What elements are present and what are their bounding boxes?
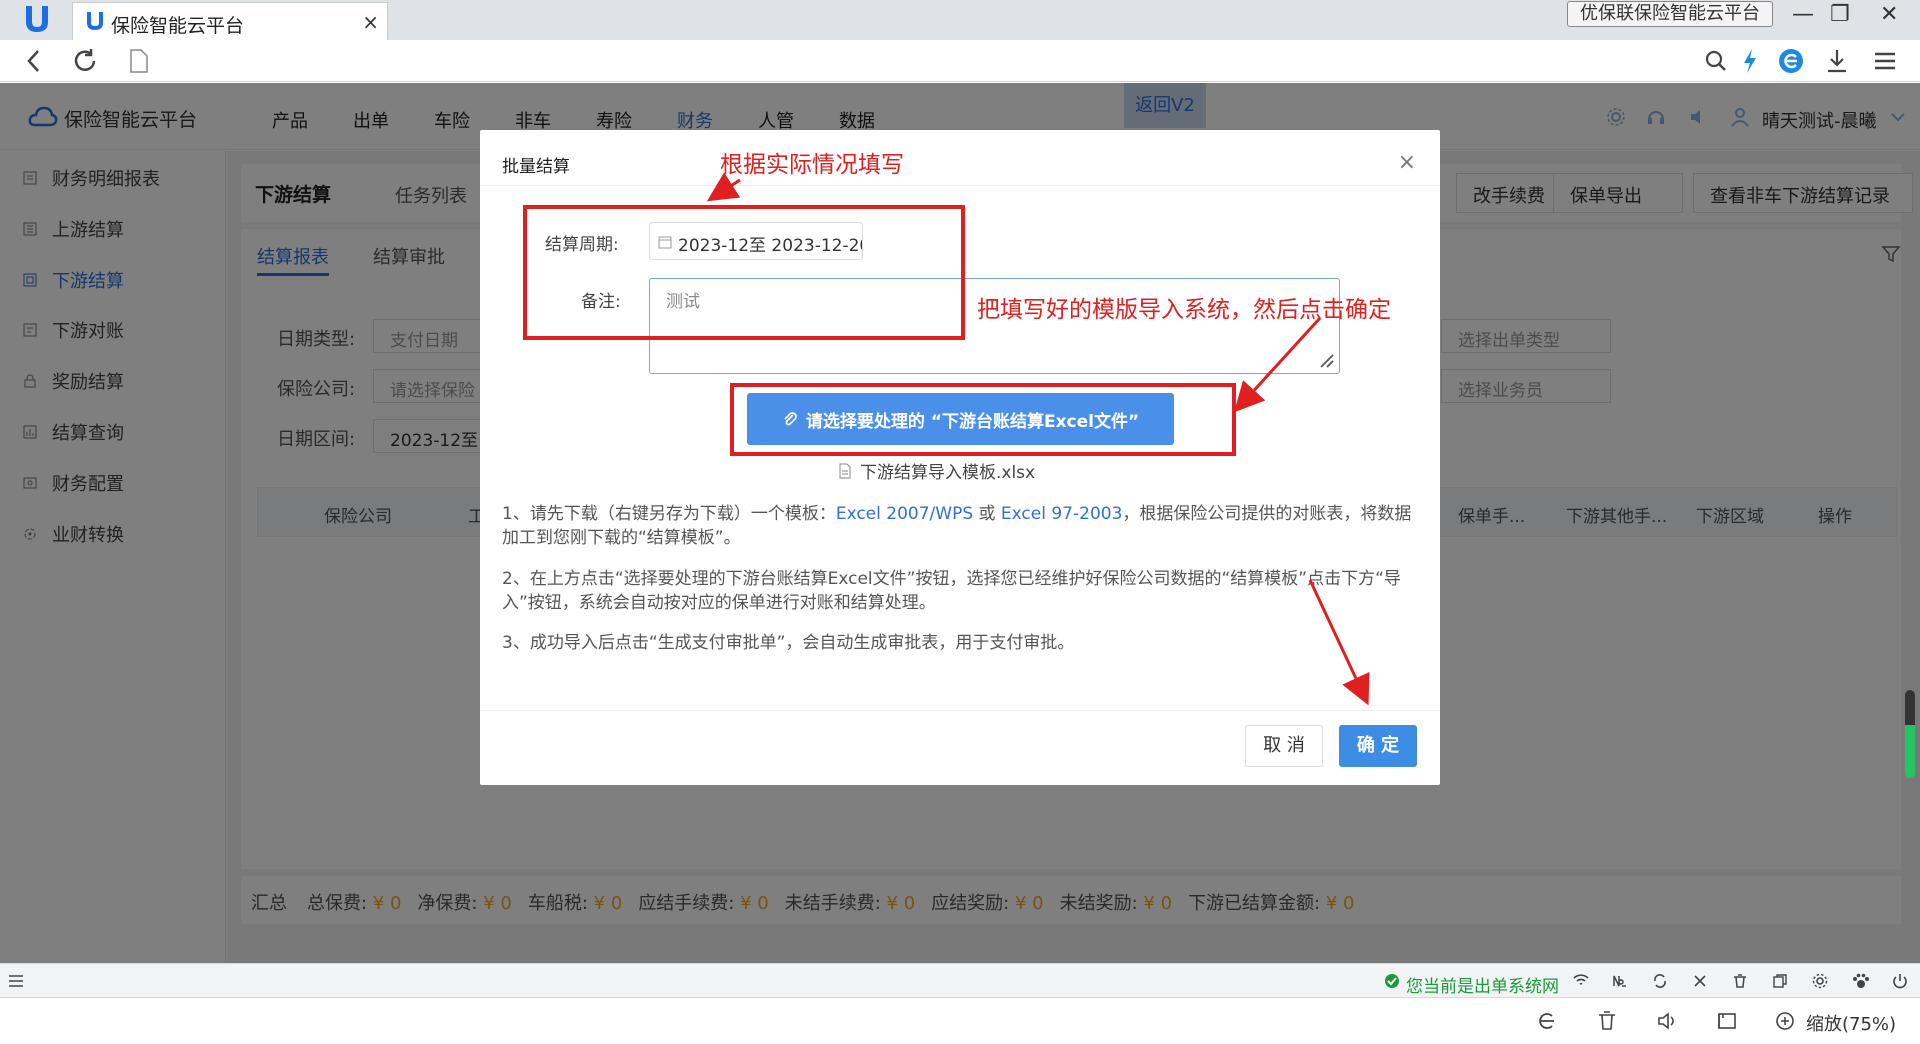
ie-icon[interactable] [1536,1010,1558,1032]
arrow-to-upload [1233,316,1322,413]
number-icon[interactable] [1612,973,1630,989]
close-x-icon[interactable] [1692,973,1708,989]
copy-icon[interactable] [1772,973,1788,989]
zoom-icon[interactable] [1774,1010,1796,1032]
sync-icon[interactable] [1652,973,1668,989]
scroll-indicator[interactable] [1905,690,1915,778]
trash-icon[interactable] [1732,973,1748,989]
annotation-arrows [706,172,1370,706]
browser-bottom-bar: 缩放(75%) [0,997,1920,1044]
gear-icon[interactable] [1812,973,1828,989]
speaker-icon[interactable] [1656,1010,1678,1032]
paw-icon[interactable] [1852,973,1870,989]
check-circle-icon [1385,974,1399,988]
wifi-icon [1573,974,1589,985]
power-icon[interactable] [1892,973,1908,989]
zoom-level[interactable]: 缩放(75%) [1806,1010,1896,1036]
system-status-text: 您当前是出单系统网 [1406,977,1559,997]
status-bar: 您当前是出单系统网 [0,963,1920,997]
arrow-to-form [706,172,741,202]
arrow-to-confirm [1308,579,1370,706]
hamburger-icon[interactable] [8,974,24,988]
window-icon[interactable] [1716,1010,1738,1032]
delete-icon[interactable] [1596,1010,1618,1032]
